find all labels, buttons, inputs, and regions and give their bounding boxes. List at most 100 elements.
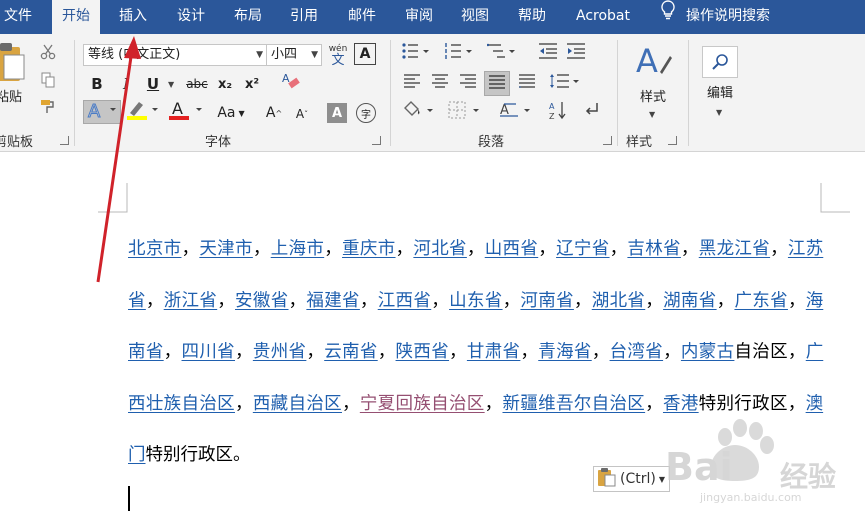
- hyperlink[interactable]: 黑龙江省: [699, 239, 770, 259]
- editing-button[interactable]: 编辑: [700, 40, 740, 106]
- borders-button[interactable]: [446, 100, 482, 124]
- align-center-button[interactable]: [429, 72, 451, 94]
- tell-me-search[interactable]: 操作说明搜索: [660, 0, 770, 34]
- font-size-select[interactable]: 小四 ▼: [266, 44, 322, 66]
- underline-button[interactable]: U: [142, 73, 164, 95]
- styles-gallery-button[interactable]: A 样式: [628, 40, 678, 106]
- hyperlink[interactable]: 新疆维吾尔自治区: [502, 394, 645, 414]
- hyperlink[interactable]: 山东省: [449, 291, 503, 311]
- hyperlink[interactable]: 河南省: [520, 291, 574, 311]
- hyperlink[interactable]: 上海市: [271, 239, 325, 259]
- italic-button[interactable]: I: [115, 73, 137, 95]
- superscript-button[interactable]: x²: [241, 73, 263, 95]
- hyperlink[interactable]: 吉林省: [627, 239, 681, 259]
- character-border-button[interactable]: A: [354, 43, 376, 65]
- hyperlink[interactable]: 甘肃省: [467, 342, 521, 362]
- tab-mailings[interactable]: 邮件: [338, 0, 386, 34]
- indent-icon: [566, 42, 586, 64]
- grow-font-button[interactable]: A ^: [264, 102, 284, 124]
- hyperlink[interactable]: 北京市: [128, 239, 182, 259]
- styles-dialog-launcher[interactable]: [668, 136, 677, 145]
- caret-up-icon: ^: [275, 108, 283, 118]
- hyperlink[interactable]: 辽宁省: [556, 239, 610, 259]
- hyperlink[interactable]: 天津市: [199, 239, 253, 259]
- hyperlink[interactable]: 内蒙古: [681, 342, 735, 362]
- show-formatting-marks-button[interactable]: [580, 100, 604, 124]
- hyperlink[interactable]: 福建省: [306, 291, 360, 311]
- font-name-select[interactable]: 等线 (中文正文) ▼: [83, 44, 267, 66]
- tab-home[interactable]: 开始: [52, 0, 100, 35]
- change-case-button[interactable]: Aa ▼: [213, 102, 249, 124]
- tab-design[interactable]: 设计: [167, 0, 215, 34]
- paste-options-button[interactable]: (Ctrl) ▼: [593, 466, 670, 492]
- hyperlink[interactable]: 陕西省: [396, 342, 450, 362]
- increase-indent-button[interactable]: [564, 42, 588, 64]
- paragraph-dialog-launcher[interactable]: [603, 136, 612, 145]
- subscript-button[interactable]: x₂: [214, 73, 236, 95]
- text-effects-button[interactable]: A: [83, 100, 121, 124]
- line-spacing-button[interactable]: [548, 72, 584, 94]
- tab-help[interactable]: 帮助: [508, 0, 556, 34]
- strikethrough-button[interactable]: abc: [182, 73, 212, 95]
- bold-button[interactable]: B: [86, 73, 108, 95]
- hyperlink[interactable]: 重庆市: [342, 239, 396, 259]
- character-shading-button[interactable]: A: [327, 103, 347, 123]
- align-left-button[interactable]: [401, 72, 423, 94]
- plain-text: ，: [145, 290, 164, 311]
- hyperlink[interactable]: 四川省: [182, 342, 236, 362]
- enclose-characters-button[interactable]: 字: [356, 103, 376, 123]
- cut-button[interactable]: [38, 44, 58, 64]
- tab-references[interactable]: 引用: [280, 0, 328, 34]
- hyperlink[interactable]: 湖南省: [663, 291, 717, 311]
- paste-button[interactable]: [0, 42, 30, 88]
- plain-text: ，: [431, 290, 450, 311]
- copy-button[interactable]: [38, 72, 58, 92]
- shrink-font-button[interactable]: Aˇ: [292, 103, 312, 125]
- bullets-button[interactable]: [400, 42, 434, 64]
- asian-layout-button[interactable]: A: [497, 100, 533, 124]
- outdent-icon: [538, 42, 558, 64]
- hyperlink[interactable]: 西藏自治区: [253, 394, 342, 414]
- tab-review[interactable]: 审阅: [395, 0, 443, 34]
- hyperlink[interactable]: 香港: [663, 394, 699, 414]
- sort-button[interactable]: AZ: [546, 100, 570, 124]
- hyperlink[interactable]: 山西省: [485, 239, 539, 259]
- hyperlink[interactable]: 安徽省: [235, 291, 289, 311]
- tab-insert[interactable]: 插入: [109, 0, 157, 34]
- font-color-button[interactable]: A: [168, 99, 204, 124]
- hyperlink[interactable]: 宁夏回族自治区: [360, 394, 485, 414]
- font-dialog-launcher[interactable]: [372, 136, 381, 145]
- hyperlink[interactable]: 台湾省: [610, 342, 664, 362]
- align-right-button[interactable]: [457, 72, 479, 94]
- hyperlink[interactable]: 江西省: [378, 291, 432, 311]
- chevron-down-icon[interactable]: ▼: [168, 80, 174, 89]
- multilevel-list-button[interactable]: [486, 42, 520, 64]
- hyperlink[interactable]: 广东省: [734, 291, 788, 311]
- hyperlink[interactable]: 湖北省: [592, 291, 646, 311]
- hyperlink[interactable]: 河北省: [413, 239, 467, 259]
- lightbulb-icon: [660, 0, 676, 32]
- clipboard-dialog-launcher[interactable]: [60, 136, 69, 145]
- hyperlink[interactable]: 云南省: [324, 342, 378, 362]
- chevron-down-icon[interactable]: ▼: [649, 110, 655, 119]
- distributed-button[interactable]: [516, 72, 538, 94]
- hyperlink[interactable]: 贵州省: [253, 342, 307, 362]
- decrease-indent-button[interactable]: [536, 42, 560, 64]
- tab-acrobat[interactable]: Acrobat: [566, 0, 640, 34]
- numbering-button[interactable]: [443, 42, 477, 64]
- borders-icon: [447, 100, 481, 124]
- format-painter-button[interactable]: [38, 98, 58, 118]
- tab-layout[interactable]: 布局: [224, 0, 272, 34]
- highlight-color-button[interactable]: [126, 100, 160, 124]
- copy-icon: [40, 72, 56, 92]
- tab-view[interactable]: 视图: [451, 0, 499, 34]
- shading-button[interactable]: [400, 100, 436, 124]
- clear-formatting-button[interactable]: A: [280, 72, 302, 94]
- tab-file[interactable]: 文件: [0, 0, 42, 34]
- justify-button[interactable]: [484, 71, 510, 96]
- phonetic-guide-button[interactable]: wén 文: [327, 42, 349, 68]
- chevron-down-icon[interactable]: ▼: [716, 108, 722, 117]
- hyperlink[interactable]: 青海省: [538, 342, 592, 362]
- plain-text: ，: [234, 393, 253, 414]
- hyperlink[interactable]: 浙江省: [164, 291, 218, 311]
